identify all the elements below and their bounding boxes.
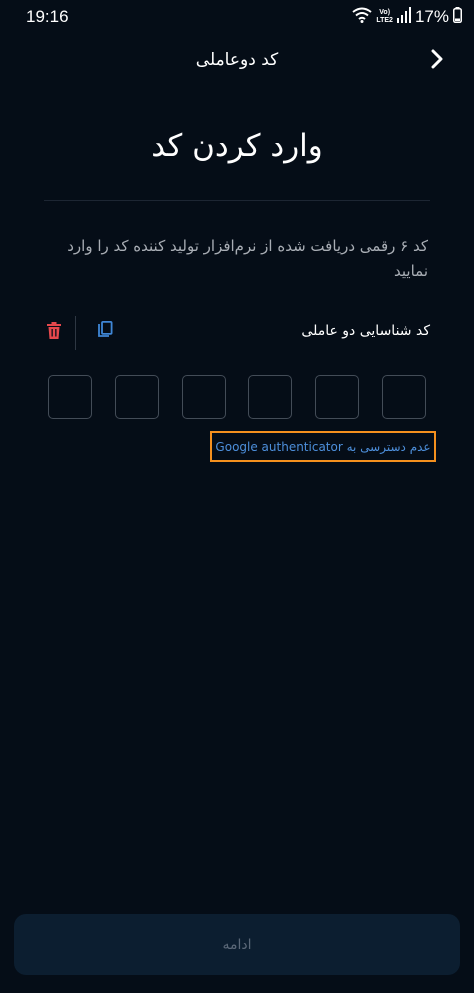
status-time: 19:16: [26, 7, 69, 26]
back-button[interactable]: [426, 48, 448, 74]
instruction-text: کد ۶ رقمی دریافت شده از نرم‌افزار تولید …: [67, 237, 428, 280]
battery-percent: 17%: [414, 7, 449, 26]
two-factor-screen: 19:16 Vo) LTE2 17% کد دوعاملی وارد کردن …: [0, 0, 474, 993]
code-field-row: کد شناسایی دو عاملی: [44, 316, 430, 350]
lte-top-label: Vo): [379, 9, 391, 16]
battery-icon: [453, 7, 462, 27]
chevron-right-icon: [430, 49, 444, 73]
code-digit-5[interactable]: [315, 375, 360, 419]
header-title: کد دوعاملی: [195, 50, 279, 70]
lte-indicator: Vo) LTE2: [376, 9, 393, 25]
copy-button[interactable]: [95, 320, 115, 343]
lte-bottom-label: LTE2: [376, 17, 393, 24]
code-digit-6[interactable]: [381, 375, 426, 419]
divider: [44, 200, 430, 201]
signal-icon: [396, 7, 411, 27]
code-digit-2[interactable]: [114, 375, 159, 419]
field-separator: [75, 316, 76, 350]
code-digit-3[interactable]: [181, 375, 226, 419]
page-title: وارد کردن کد: [151, 128, 323, 164]
no-authenticator-access-link[interactable]: عدم دسترسی به Google authenticator: [210, 431, 436, 462]
copy-icon: [97, 320, 113, 343]
status-bar: 19:16 Vo) LTE2 17%: [0, 0, 474, 34]
trash-icon: [47, 321, 61, 343]
delete-button[interactable]: [44, 321, 64, 343]
code-field-label: کد شناسایی دو عاملی: [301, 323, 430, 339]
continue-button[interactable]: ادامه: [14, 914, 460, 975]
status-icons: Vo) LTE2 17%: [352, 6, 462, 28]
code-input-group: [48, 375, 426, 421]
code-digit-1[interactable]: [48, 375, 92, 419]
wifi-icon: [352, 7, 372, 27]
code-digit-4[interactable]: [248, 375, 293, 419]
